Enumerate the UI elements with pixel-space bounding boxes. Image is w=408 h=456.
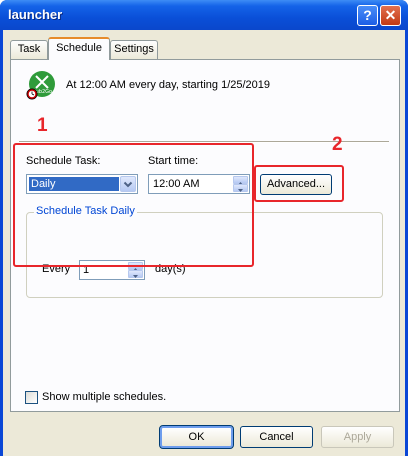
window-title: launcher xyxy=(8,7,63,22)
annotation-box-1 xyxy=(13,143,254,267)
schedule-summary: At 12:00 AM every day, starting 1/25/201… xyxy=(66,79,271,91)
close-button[interactable]: ✕ xyxy=(380,5,401,26)
help-button[interactable]: ? xyxy=(357,5,378,26)
apply-button[interactable]: Apply xyxy=(321,426,394,448)
show-multiple-checkbox[interactable] xyxy=(25,391,38,404)
annotation-number-2: 2 xyxy=(332,134,343,155)
tab-task[interactable]: Task xyxy=(10,40,48,59)
tab-schedule[interactable]: Schedule xyxy=(48,37,110,60)
ok-button[interactable]: OK xyxy=(159,425,234,449)
spin-down-icon[interactable] xyxy=(128,270,143,278)
tab-settings[interactable]: Settings xyxy=(110,40,158,59)
dialog-window: launcher ? ✕ Task Schedule Settings Hub2… xyxy=(0,0,408,456)
annotation-number-1: 1 xyxy=(37,115,48,136)
cancel-button[interactable]: Cancel xyxy=(240,426,313,448)
hub2go-icon: Hub2Go xyxy=(26,71,55,100)
title-bar[interactable]: launcher ? ✕ xyxy=(0,0,408,30)
show-multiple-label[interactable]: Show multiple schedules. xyxy=(42,391,166,403)
annotation-box-2 xyxy=(254,165,344,202)
